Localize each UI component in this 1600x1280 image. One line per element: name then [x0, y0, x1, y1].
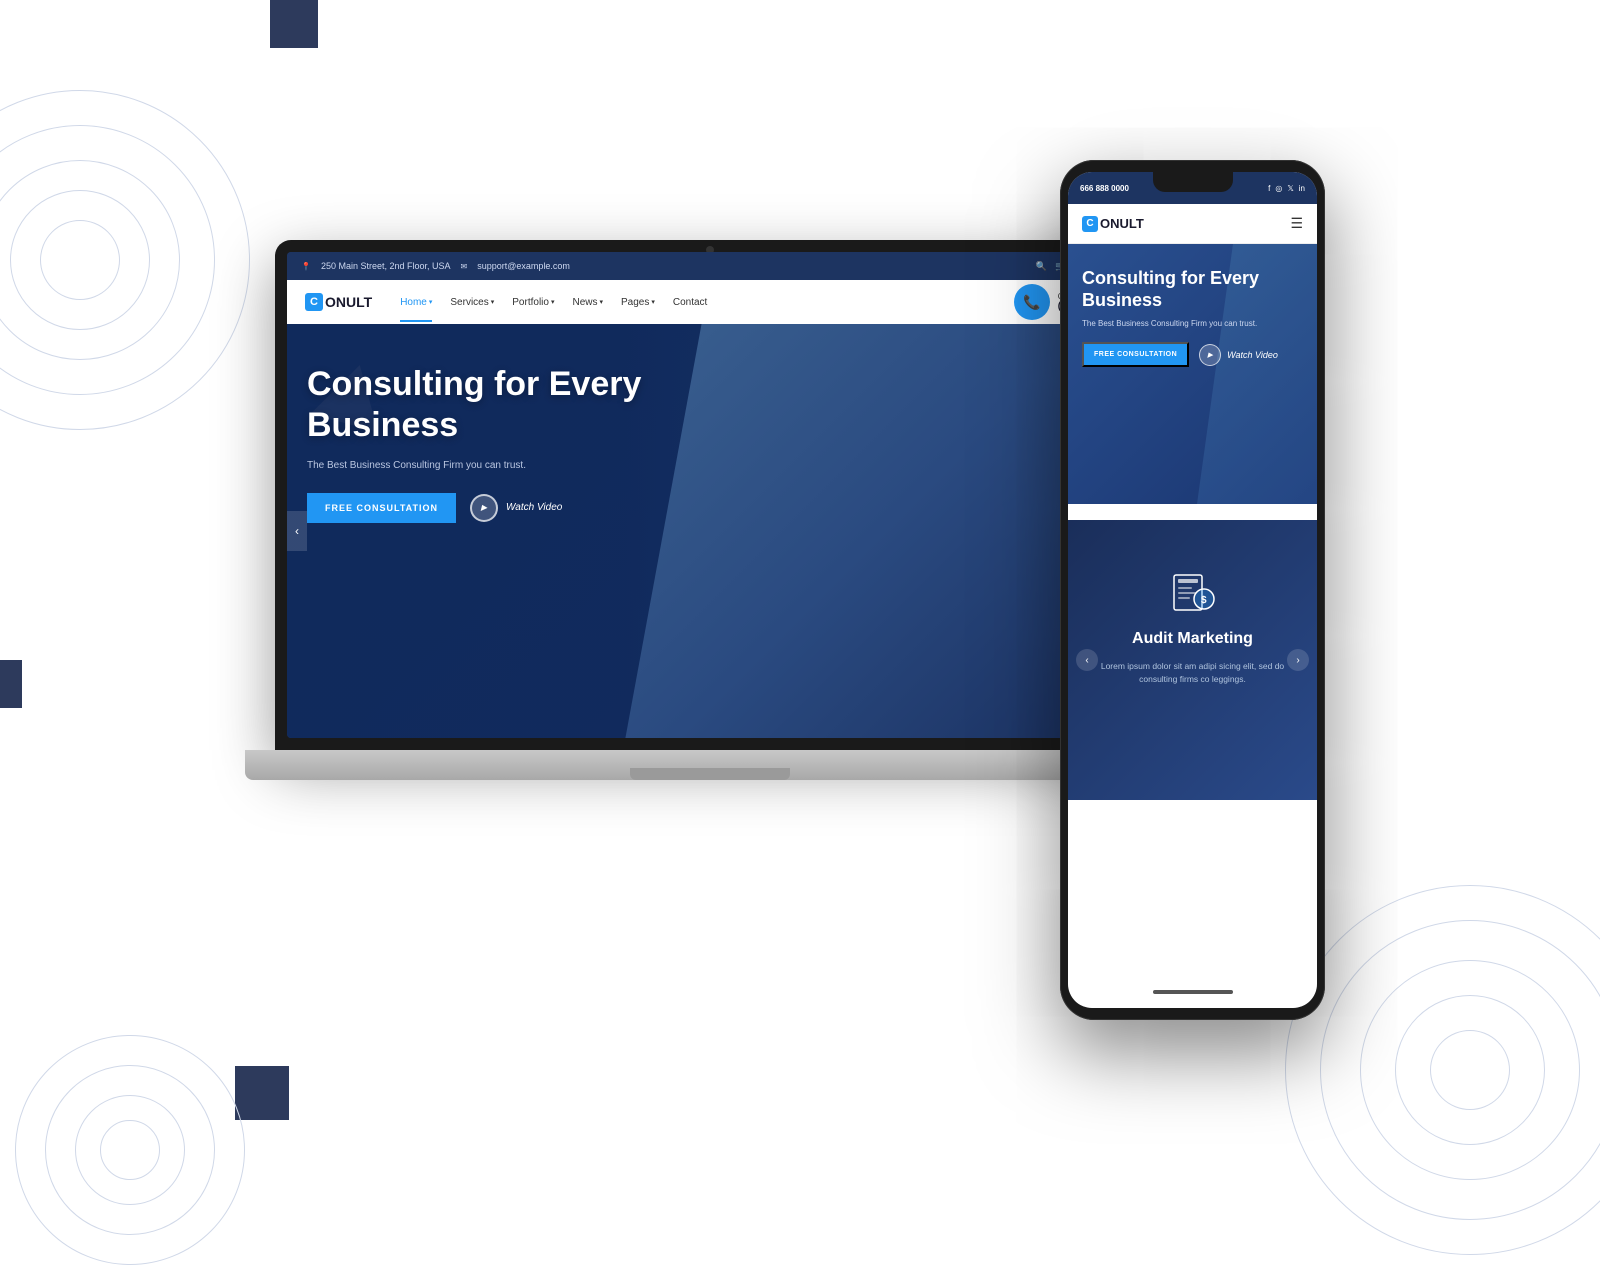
sp-hero-buttons: FREE CONSULTATION ▶ Watch Video: [1082, 342, 1303, 367]
sp-service-section: $ Audit Marketing Lorem ipsum dolor sit …: [1068, 520, 1317, 800]
sp-white-gap: [1068, 504, 1317, 520]
nav-item-home[interactable]: Home ▾: [400, 297, 432, 308]
sp-home-indicator: [1153, 990, 1233, 994]
nav-news-arrow: ▾: [599, 298, 603, 306]
nav-item-services[interactable]: Services ▾: [450, 297, 494, 308]
nav-pages-arrow: ▾: [651, 298, 655, 306]
hero-title: Consulting for Every Business: [307, 364, 787, 446]
sp-instagram-icon: ◎: [1275, 184, 1282, 193]
sp-navbar: C ONULT ☰: [1068, 204, 1317, 244]
sp-watch-video-label: Watch Video: [1227, 350, 1278, 360]
nav-portfolio-arrow: ▾: [551, 298, 555, 306]
laptop-logo: C ONULT: [305, 293, 372, 311]
slider-arrow-left[interactable]: ‹: [287, 511, 307, 551]
sp-facebook-icon: f: [1268, 184, 1270, 193]
watch-video-label: Watch Video: [506, 502, 562, 513]
nav-services-arrow: ▾: [491, 298, 495, 306]
sp-status-right: f ◎ 𝕏 in: [1268, 184, 1305, 193]
laptop-base: [245, 750, 1175, 780]
laptop-email: support@example.com: [477, 261, 570, 271]
smartphone-screen: 666 888 0000 f ◎ 𝕏 in C ONULT: [1068, 172, 1317, 1008]
sp-hero-title: Consulting for Every Business: [1082, 268, 1303, 311]
sp-logo: C ONULT: [1082, 216, 1144, 232]
logo-text: ONULT: [325, 294, 372, 310]
sp-service-text: Lorem ipsum dolor sit am adipi sicing el…: [1082, 660, 1303, 686]
nav-item-portfolio[interactable]: Portfolio ▾: [512, 297, 554, 308]
sp-carousel-next-button[interactable]: ›: [1287, 649, 1309, 671]
nav-home-label: Home: [400, 297, 427, 308]
hamburger-menu-icon[interactable]: ☰: [1290, 215, 1303, 232]
pin-icon: 📍: [301, 262, 311, 271]
sp-play-icon: ▶: [1199, 344, 1221, 366]
call-icon-circle: 📞: [1014, 284, 1050, 320]
laptop-screen: 📍 250 Main Street, 2nd Floor, USA ✉ supp…: [287, 252, 1133, 738]
smartphone-notch: [1153, 172, 1233, 192]
sp-linkedin-icon: in: [1299, 184, 1305, 193]
hero-content: Consulting for Every Business The Best B…: [307, 364, 787, 523]
hero-buttons: FREE CONSULTATION ▶ Watch Video: [307, 493, 787, 523]
smartphone-device: 666 888 0000 f ◎ 𝕏 in C ONULT: [1060, 160, 1325, 1020]
sp-logo-c-letter: C: [1082, 216, 1098, 232]
search-icon[interactable]: 🔍: [1036, 261, 1047, 272]
sp-service-icon: $: [1163, 560, 1223, 620]
nav-news-label: News: [572, 297, 597, 308]
consultation-button[interactable]: FREE CONSULTATION: [307, 493, 456, 523]
laptop-address: 250 Main Street, 2nd Floor, USA: [321, 261, 451, 271]
sp-twitter-icon: 𝕏: [1287, 184, 1293, 193]
nav-pages-label: Pages: [621, 297, 649, 308]
sp-hero-content: Consulting for Every Business The Best B…: [1082, 268, 1303, 367]
nav-item-news[interactable]: News ▾: [572, 297, 603, 308]
nav-portfolio-label: Portfolio: [512, 297, 549, 308]
laptop-device: 📍 250 Main Street, 2nd Floor, USA ✉ supp…: [275, 240, 1145, 820]
nav-item-contact[interactable]: Contact: [673, 297, 707, 308]
logo-c-letter: C: [305, 293, 323, 311]
laptop-hero: ‹ Consulting for Every Business The Best…: [287, 324, 1133, 738]
nav-services-label: Services: [450, 297, 488, 308]
nav-contact-label: Contact: [673, 297, 707, 308]
devices-wrapper: 📍 250 Main Street, 2nd Floor, USA ✉ supp…: [275, 160, 1325, 1040]
nav-item-pages[interactable]: Pages ▾: [621, 297, 655, 308]
laptop-screen-outer: 📍 250 Main Street, 2nd Floor, USA ✉ supp…: [275, 240, 1145, 750]
sp-hero: Consulting for Every Business The Best B…: [1068, 244, 1317, 504]
sp-carousel-prev-button[interactable]: ‹: [1076, 649, 1098, 671]
sp-phone-number: 666 888 0000: [1080, 184, 1129, 193]
nav-home-arrow: ▾: [429, 298, 433, 306]
main-container: 📍 250 Main Street, 2nd Floor, USA ✉ supp…: [0, 0, 1600, 1200]
laptop-topbar-left: 📍 250 Main Street, 2nd Floor, USA ✉ supp…: [301, 261, 570, 271]
sp-watch-video-button[interactable]: ▶ Watch Video: [1199, 344, 1278, 366]
laptop-navbar: C ONULT Home ▾ Services ▾: [287, 280, 1133, 324]
laptop-body: 📍 250 Main Street, 2nd Floor, USA ✉ supp…: [275, 240, 1145, 780]
hero-subtitle: The Best Business Consulting Firm you ca…: [307, 460, 787, 471]
email-icon: ✉: [461, 262, 468, 271]
sp-consultation-button[interactable]: FREE CONSULTATION: [1082, 342, 1189, 367]
svg-text:$: $: [1201, 595, 1207, 606]
play-icon: ▶: [470, 494, 498, 522]
sp-hero-subtitle: The Best Business Consulting Firm you ca…: [1082, 319, 1303, 328]
watch-video-button[interactable]: ▶ Watch Video: [470, 494, 562, 522]
laptop-topbar: 📍 250 Main Street, 2nd Floor, USA ✉ supp…: [287, 252, 1133, 280]
sp-service-title: Audit Marketing: [1068, 630, 1317, 648]
smartphone-outer: 666 888 0000 f ◎ 𝕏 in C ONULT: [1060, 160, 1325, 1020]
sp-logo-text: ONULT: [1100, 216, 1144, 231]
